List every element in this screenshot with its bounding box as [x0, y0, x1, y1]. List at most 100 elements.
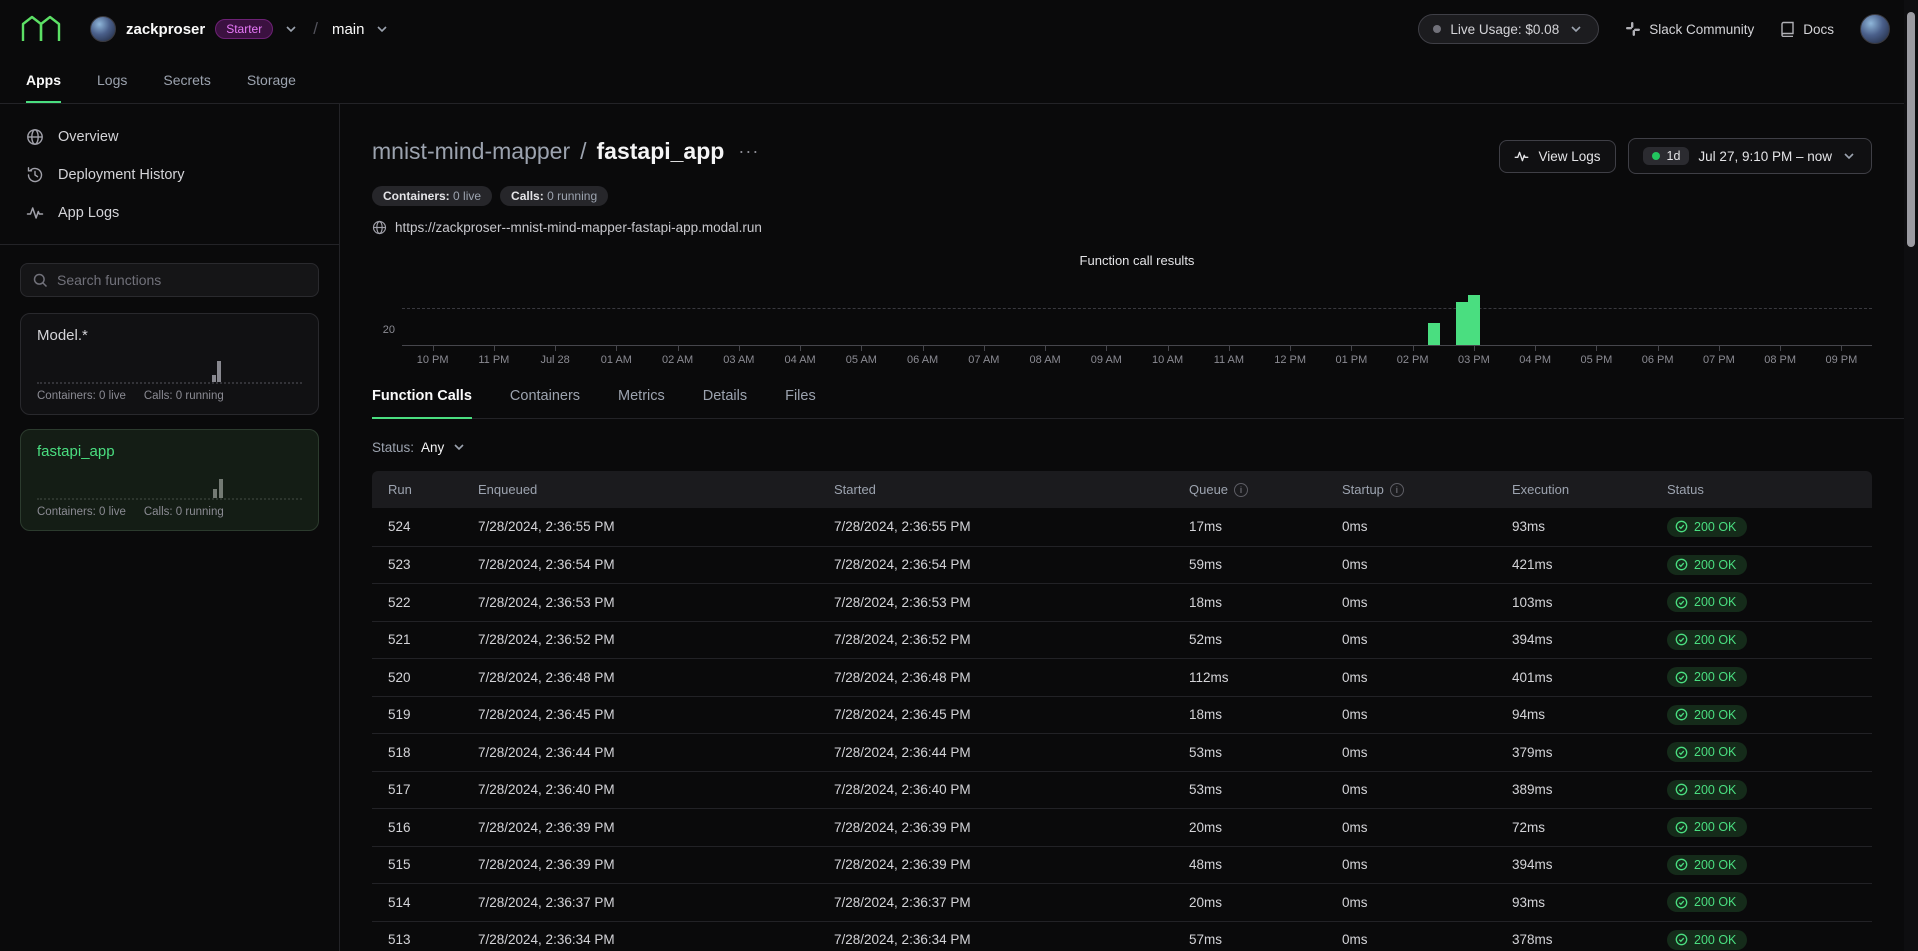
queue-cell: 20ms [1189, 895, 1342, 910]
x-axis-tick: 11 PM [463, 346, 524, 366]
started-cell: 7/28/2024, 2:36:45 PM [834, 707, 1189, 722]
execution-cell: 93ms [1512, 895, 1667, 910]
detail-tab[interactable]: Function Calls [372, 388, 472, 419]
table-row[interactable]: 523 7/28/2024, 2:36:54 PM 7/28/2024, 2:3… [372, 546, 1872, 584]
overflow-menu-button[interactable]: ··· [734, 141, 763, 162]
user-avatar[interactable] [1860, 14, 1890, 44]
detail-tab[interactable]: Containers [510, 388, 580, 419]
chevron-down-icon[interactable] [283, 21, 299, 37]
page-scrollbar[interactable] [1904, 0, 1918, 951]
x-axis-tick: Jul 28 [525, 346, 586, 366]
status-badge: 200 OK [1667, 930, 1747, 950]
detail-tab[interactable]: Metrics [618, 388, 665, 419]
primary-nav-tab[interactable]: Secrets [163, 72, 210, 103]
function-call-results-chart: Function call results 20 10 PM 11 PM Jul… [372, 253, 1872, 366]
globe-icon [26, 128, 44, 146]
sidebar-item-app-logs[interactable]: App Logs [0, 194, 339, 232]
x-axis-tick: 12 PM [1260, 346, 1321, 366]
tick-mark [923, 346, 924, 351]
scrollbar-thumb[interactable] [1907, 12, 1915, 247]
x-axis-tick: 02 PM [1382, 346, 1443, 366]
tick-mark [1474, 346, 1475, 351]
table-row[interactable]: 520 7/28/2024, 2:36:48 PM 7/28/2024, 2:3… [372, 658, 1872, 696]
run-cell: 522 [388, 595, 478, 610]
function-card-fastapi-app[interactable]: fastapi_app Containers: 0 live Calls: 0 … [20, 429, 319, 531]
modal-logo-icon[interactable] [20, 14, 62, 44]
function-card-sparkline [37, 352, 302, 384]
table-row[interactable]: 519 7/28/2024, 2:36:45 PM 7/28/2024, 2:3… [372, 696, 1872, 734]
tick-mark [616, 346, 617, 351]
chevron-down-icon[interactable] [374, 21, 390, 37]
app-url-link[interactable]: https://zackproser--mnist-mind-mapper-fa… [372, 220, 1872, 235]
environment-name[interactable]: main [332, 21, 365, 38]
status-badge: 200 OK [1667, 742, 1747, 762]
started-cell: 7/28/2024, 2:36:40 PM [834, 782, 1189, 797]
startup-cell: 0ms [1342, 745, 1512, 760]
slack-icon [1625, 21, 1641, 37]
calls-badge: Calls: 0 running [500, 186, 608, 206]
run-cell: 517 [388, 782, 478, 797]
startup-cell: 0ms [1342, 782, 1512, 797]
search-functions-input[interactable] [57, 272, 306, 288]
started-cell: 7/28/2024, 2:36:55 PM [834, 519, 1189, 534]
queue-cell: 52ms [1189, 632, 1342, 647]
table-row[interactable]: 517 7/28/2024, 2:36:40 PM 7/28/2024, 2:3… [372, 771, 1872, 809]
table-row[interactable]: 516 7/28/2024, 2:36:39 PM 7/28/2024, 2:3… [372, 808, 1872, 846]
check-circle-icon [1675, 520, 1688, 533]
tick-mark [1106, 346, 1107, 351]
table-row[interactable]: 521 7/28/2024, 2:36:52 PM 7/28/2024, 2:3… [372, 621, 1872, 659]
queue-cell: 59ms [1189, 557, 1342, 572]
table-row[interactable]: 514 7/28/2024, 2:36:37 PM 7/28/2024, 2:3… [372, 883, 1872, 921]
workspace-name[interactable]: zackproser [126, 21, 205, 38]
check-circle-icon [1675, 671, 1688, 684]
enqueued-cell: 7/28/2024, 2:36:45 PM [478, 707, 834, 722]
function-card-model[interactable]: Model.* Containers: 0 live Calls: 0 runn… [20, 313, 319, 415]
tick-mark [1351, 346, 1352, 351]
execution-cell: 394ms [1512, 632, 1667, 647]
detail-tab[interactable]: Files [785, 388, 816, 419]
table-row[interactable]: 515 7/28/2024, 2:36:39 PM 7/28/2024, 2:3… [372, 846, 1872, 884]
time-range-button[interactable]: 1d Jul 27, 9:10 PM – now [1628, 138, 1872, 174]
pulse-icon [1514, 149, 1529, 164]
primary-nav-tab[interactable]: Logs [97, 72, 127, 103]
check-circle-icon [1675, 896, 1688, 909]
tick-mark [1658, 346, 1659, 351]
table-row[interactable]: 524 7/28/2024, 2:36:55 PM 7/28/2024, 2:3… [372, 508, 1872, 546]
tick-mark [1841, 346, 1842, 351]
started-cell: 7/28/2024, 2:36:54 PM [834, 557, 1189, 572]
function-card-title: Model.* [37, 327, 302, 344]
startup-cell: 0ms [1342, 932, 1512, 947]
check-circle-icon [1675, 633, 1688, 646]
check-circle-icon [1675, 746, 1688, 759]
search-functions-box [20, 263, 319, 297]
sidebar-item-overview[interactable]: Overview [0, 118, 339, 156]
y-axis: 20 [372, 278, 402, 366]
status-filter[interactable]: Status: Any [372, 439, 1872, 455]
primary-nav-tab[interactable]: Apps [26, 72, 61, 103]
tick-mark [678, 346, 679, 351]
table-column-header: Queue [1189, 482, 1342, 497]
page-title: mnist-mind-mapper / fastapi_app ··· [372, 138, 763, 165]
view-logs-button[interactable]: View Logs [1499, 140, 1615, 173]
docs-icon [1780, 21, 1795, 37]
table-column-header: Status [1667, 482, 1872, 497]
calls-stat: Calls: 0 running [144, 506, 224, 518]
table-row[interactable]: 518 7/28/2024, 2:36:44 PM 7/28/2024, 2:3… [372, 733, 1872, 771]
tick-mark [800, 346, 801, 351]
primary-nav-tab[interactable]: Storage [247, 72, 296, 103]
app-name[interactable]: mnist-mind-mapper [372, 138, 570, 165]
status-badge: 200 OK [1667, 855, 1747, 875]
live-usage-button[interactable]: Live Usage: $0.08 [1418, 14, 1599, 44]
slack-community-link[interactable]: Slack Community [1625, 21, 1754, 37]
table-row[interactable]: 513 7/28/2024, 2:36:34 PM 7/28/2024, 2:3… [372, 921, 1872, 951]
x-axis-tick: 10 AM [1137, 346, 1198, 366]
table-row[interactable]: 522 7/28/2024, 2:36:53 PM 7/28/2024, 2:3… [372, 583, 1872, 621]
docs-link[interactable]: Docs [1780, 21, 1834, 37]
status-badge: 200 OK [1667, 630, 1747, 650]
sidebar-item-deployment-history[interactable]: Deployment History [0, 156, 339, 194]
detail-tab[interactable]: Details [703, 388, 747, 419]
started-cell: 7/28/2024, 2:36:48 PM [834, 670, 1189, 685]
queue-cell: 53ms [1189, 782, 1342, 797]
table-column-header: Run [388, 482, 478, 497]
startup-cell: 0ms [1342, 519, 1512, 534]
